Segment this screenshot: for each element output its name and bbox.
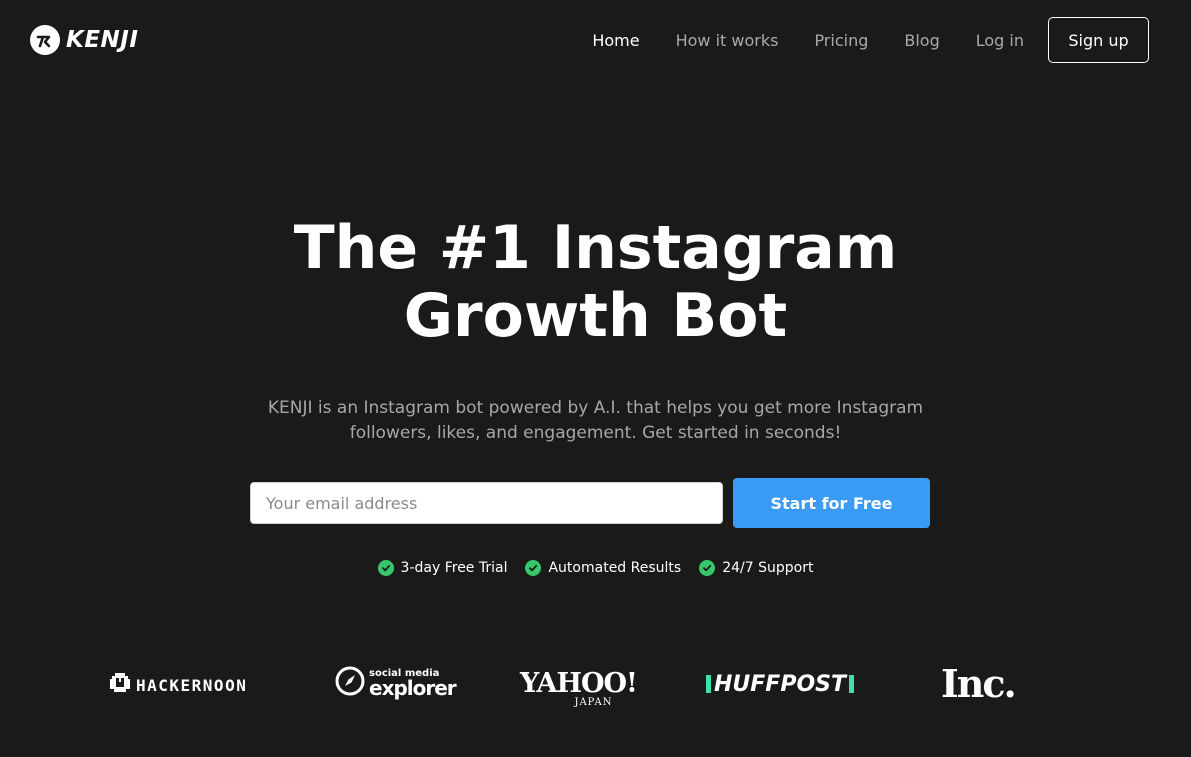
start-for-free-button[interactable]: Start for Free (733, 478, 930, 528)
feature-label: Automated Results (548, 560, 682, 576)
huffpost-left-bar (706, 675, 711, 693)
huffpost-wordmark: HUFFPOST (714, 671, 847, 697)
feature-list: 3-day Free Trial Automated Results 24/7 … (0, 557, 1191, 579)
hero-subtitle-line-2: followers, likes, and engagement. Get st… (349, 423, 842, 443)
huffpost-right-bar (849, 675, 855, 693)
landing-page: KENJI Home How it works Pricing Blog Log… (0, 0, 1191, 757)
feature-item: 3-day Free Trial (377, 560, 508, 576)
kenji-logo[interactable]: KENJI (30, 24, 138, 56)
hero-title: The #1 Instagram Growth Bot (0, 214, 1191, 350)
hackernoon-logo-icon (108, 671, 132, 699)
yahoo-japan-text: JAPAN (574, 697, 613, 708)
feature-item: 24/7 Support (699, 560, 813, 576)
inc-logo: Inc. (941, 661, 1017, 706)
sme-big-text: explorer (369, 675, 457, 700)
logo-text: KENJI (66, 27, 139, 53)
signup-button[interactable]: Sign up (1048, 17, 1149, 63)
nav-pricing[interactable]: Pricing (814, 31, 868, 50)
feature-label: 24/7 Support (722, 560, 814, 576)
check-circle-icon (377, 560, 394, 576)
hero-subtitle-line-1: KENJI is an Instagram bot powered by A.I… (267, 398, 924, 418)
yahoo-wordmark: YAHOO! (520, 668, 638, 699)
sme-wordmark: social media explorer (369, 668, 457, 700)
compass-icon (334, 665, 366, 701)
hero-title-line-2: Growth Bot (403, 281, 788, 351)
feature-label: 3-day Free Trial (400, 560, 508, 576)
huffpost-logo: HUFFPOST (706, 671, 855, 697)
main-nav: Home How it works Pricing Blog Log in Si… (592, 17, 1149, 63)
site-header: KENJI Home How it works Pricing Blog Log… (0, 0, 1191, 80)
yahoo-japan-logo: YAHOO! JAPAN (520, 668, 638, 708)
feature-item: Automated Results (525, 560, 681, 576)
nav-home[interactable]: Home (592, 31, 639, 50)
hackernoon-wordmark: HACKERNOON (136, 675, 248, 695)
nav-how-it-works[interactable]: How it works (676, 31, 779, 50)
kenji-logo-icon (30, 25, 60, 55)
social-media-explorer-logo: social media explorer (334, 665, 457, 701)
nav-blog[interactable]: Blog (904, 31, 939, 50)
hackernoon-logo: HACKERNOON (108, 671, 247, 699)
hero-subtitle: KENJI is an Instagram bot powered by A.I… (245, 396, 946, 446)
check-circle-icon (525, 560, 542, 576)
hero-title-line-1: The #1 Instagram (293, 213, 898, 283)
email-input[interactable] (250, 482, 723, 524)
nav-log-in[interactable]: Log in (976, 31, 1024, 50)
check-circle-icon (699, 560, 716, 576)
